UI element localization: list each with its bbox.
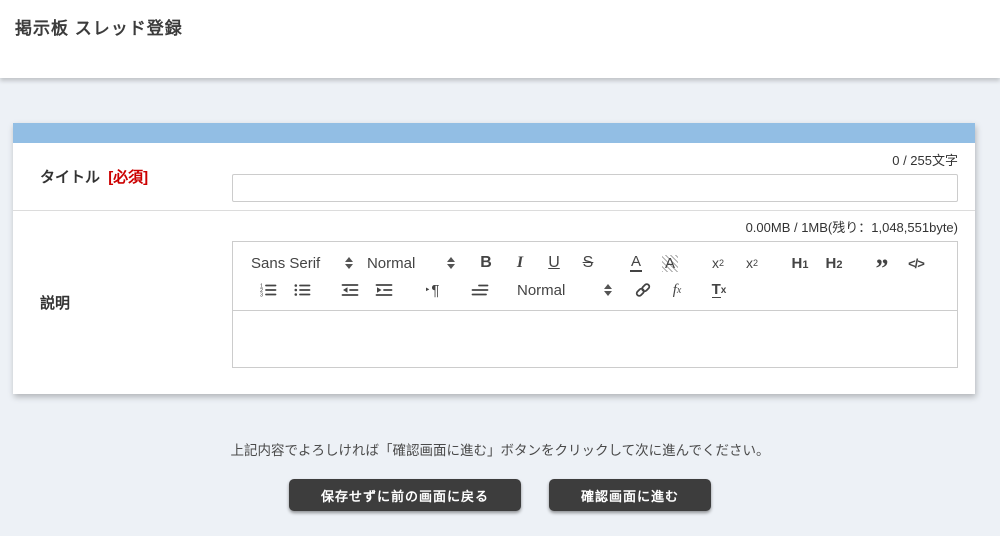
picker-arrows-icon [345,257,353,269]
header-group: H1 H2 [783,251,851,275]
editor-toolbar: Sans Serif Normal B I U S [233,242,957,311]
font-picker-label: Sans Serif [251,255,320,272]
title-label-text: タイトル [40,169,100,186]
link-icon[interactable] [628,278,658,302]
description-label: 説明 [13,292,232,313]
description-cell: 0.00MB / 1MB(残り：1,048,551byte) Sans Seri… [232,218,975,388]
button-row: 保存せずに前の画面に戻る 確認画面に進む [0,479,1000,511]
format-group: B I U S [469,251,605,275]
app-header: 掲示板 スレッド登録 [0,0,1000,78]
instruction-text: 上記内容でよろしければ「確認画面に進む」ボタンをクリックして次に進んでください。 [0,439,1000,459]
title-label: タイトル [必須] [13,166,232,187]
bold-icon[interactable]: B [471,251,501,275]
subscript-icon[interactable]: x2 [703,251,733,275]
blockquote-icon[interactable]: ” [867,245,897,281]
font-picker[interactable]: Sans Serif [251,251,353,275]
title-row: タイトル [必須] 0 / 255文字 [13,143,975,210]
heading-picker[interactable]: Normal [367,251,455,275]
proceed-button[interactable]: 確認画面に進む [549,479,711,511]
indent-icon[interactable] [369,278,399,302]
description-row: 説明 0.00MB / 1MB(残り：1,048,551byte) Sans S… [13,210,975,394]
editor-content-area[interactable] [233,311,957,367]
script-group: x2 x2 [701,251,769,275]
size-picker-label: Normal [517,282,565,299]
toolbar-row-2: 1 2 3 [251,277,947,304]
thread-form-panel: タイトル [必須] 0 / 255文字 説明 0.00MB / 1MB(残り：1… [13,123,975,394]
indent-group [333,278,401,302]
clean-formatting-icon[interactable]: Tx [704,278,734,302]
text-color-icon[interactable]: A [621,251,651,275]
panel-accent-bar [13,123,975,143]
picker-arrows-icon [447,257,455,269]
toolbar-row-1: Sans Serif Normal B I U S [251,250,947,277]
description-label-text: 説明 [40,295,70,312]
header-1-icon[interactable]: H1 [785,251,815,275]
picker-arrows-icon [604,284,612,296]
outdent-icon[interactable] [335,278,365,302]
insert-group: fx Tx [626,278,736,302]
align-group [463,278,497,302]
size-picker[interactable]: Normal [517,278,612,302]
ordered-list-icon[interactable]: 1 2 3 [253,278,283,302]
required-badge: [必須] [108,169,148,186]
strikethrough-icon[interactable]: S [573,251,603,275]
back-button[interactable]: 保存せずに前の画面に戻る [289,479,521,511]
list-group: 1 2 3 [251,278,319,302]
heading-picker-label: Normal [367,255,415,272]
rich-text-editor: Sans Serif Normal B I U S [232,241,958,368]
block-group: ” </> [865,245,933,281]
code-block-icon[interactable]: </> [901,251,931,275]
align-icon[interactable] [465,278,495,302]
direction-group: ‣¶ [415,278,449,302]
title-input[interactable] [232,174,958,202]
description-size-counter: 0.00MB / 1MB(残り：1,048,551byte) [232,220,958,236]
italic-icon[interactable]: I [505,251,535,275]
superscript-icon[interactable]: x2 [737,251,767,275]
formula-icon[interactable]: fx [662,278,692,302]
svg-text:3: 3 [260,292,263,298]
text-direction-icon[interactable]: ‣¶ [417,278,447,302]
title-char-counter: 0 / 255文字 [232,153,958,169]
header-2-icon[interactable]: H2 [819,251,849,275]
bullet-list-icon[interactable] [287,278,317,302]
background-color-icon[interactable]: A [655,251,685,275]
underline-icon[interactable]: U [539,251,569,275]
color-group: A A [619,251,687,275]
title-cell: 0 / 255文字 [232,151,975,202]
page-title: 掲示板 スレッド登録 [0,0,1000,39]
